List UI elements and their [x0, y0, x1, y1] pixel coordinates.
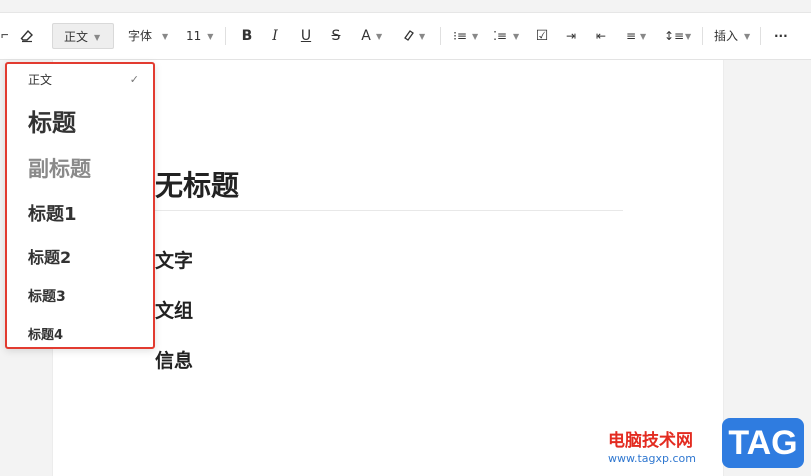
- document-line[interactable]: 信息: [155, 346, 193, 373]
- line-spacing-dropdown[interactable]: ▼: [685, 23, 691, 49]
- chevron-down-icon: ▼: [513, 32, 520, 41]
- document-title[interactable]: 无标题: [155, 164, 239, 204]
- chevron-down-icon: ▼: [162, 32, 169, 41]
- document-line[interactable]: 文组: [155, 296, 193, 323]
- divider: [440, 27, 441, 45]
- style-option-heading-2[interactable]: 标题2: [28, 244, 71, 268]
- more-button[interactable]: ···: [774, 23, 788, 49]
- chevron-down-icon: ▼: [207, 32, 214, 41]
- text-color-button[interactable]: A: [357, 23, 375, 49]
- align-dropdown[interactable]: ▼: [640, 23, 646, 49]
- text-color-dropdown[interactable]: ▼: [376, 23, 382, 49]
- style-option-heading-4[interactable]: 标题4: [28, 324, 63, 343]
- insert-menu[interactable]: 插入 ▼: [714, 23, 750, 49]
- ordered-list-icon[interactable]: ⁝≡: [451, 23, 469, 49]
- watermark-url: www.tagxp.com: [608, 452, 696, 465]
- align-left-icon[interactable]: ≡: [622, 23, 640, 49]
- underline-button[interactable]: U: [297, 23, 315, 49]
- chevron-down-icon: ▼: [472, 32, 479, 41]
- chevron-down-icon: ▼: [94, 33, 101, 42]
- eraser-icon[interactable]: [18, 23, 36, 49]
- bold-button[interactable]: B: [238, 23, 256, 49]
- checklist-icon[interactable]: ☑: [533, 23, 551, 49]
- title-divider: [155, 210, 623, 211]
- bullet-list-icon[interactable]: ⁚≡: [491, 23, 509, 49]
- strikethrough-button[interactable]: S: [327, 23, 345, 49]
- indent-decrease-icon[interactable]: ⇤: [592, 23, 610, 49]
- font-family-value: 字体: [128, 29, 153, 43]
- format-painter-icon[interactable]: ⌐: [0, 23, 8, 49]
- insert-label: 插入: [714, 29, 739, 43]
- style-option-title[interactable]: 标题: [28, 103, 76, 138]
- indent-increase-icon[interactable]: ⇥: [562, 23, 580, 49]
- style-option-heading-1[interactable]: 标题1: [28, 200, 77, 226]
- highlight-icon[interactable]: [399, 23, 417, 49]
- font-family-select[interactable]: 字体 ▼: [128, 23, 168, 49]
- bullet-list-dropdown[interactable]: ▼: [513, 23, 519, 49]
- document-line[interactable]: 文字: [155, 246, 193, 273]
- italic-button[interactable]: I: [266, 23, 284, 49]
- chevron-down-icon: ▼: [419, 32, 426, 41]
- font-size-select[interactable]: 11 ▼: [186, 23, 213, 49]
- style-option-body[interactable]: 正文: [28, 71, 52, 88]
- ordered-list-dropdown[interactable]: ▼: [472, 23, 478, 49]
- chevron-down-icon: ▼: [685, 32, 692, 41]
- toolbar: ⌐ 正文 ▼ 字体 ▼ 11 ▼ B I U S A ▼ ▼ ⁝≡ ▼ ⁚≡ ▼ ☑ …: [0, 12, 811, 60]
- divider: [760, 27, 761, 45]
- paragraph-style-menu: 正文 ✓ 标题 副标题 标题1 标题2 标题3 标题4: [5, 62, 155, 349]
- style-option-subtitle[interactable]: 副标题: [28, 153, 91, 183]
- watermark-logo: TAG: [722, 418, 804, 468]
- chevron-down-icon: ▼: [744, 32, 751, 41]
- paragraph-style-value: 正文: [64, 30, 89, 44]
- chevron-down-icon: ▼: [376, 32, 383, 41]
- line-spacing-icon[interactable]: ↕≡: [664, 23, 684, 49]
- divider: [702, 27, 703, 45]
- chevron-down-icon: ▼: [640, 32, 647, 41]
- check-icon: ✓: [129, 73, 139, 86]
- highlight-dropdown[interactable]: ▼: [419, 23, 425, 49]
- watermark-text: 电脑技术网: [608, 431, 693, 451]
- style-option-heading-3[interactable]: 标题3: [28, 286, 66, 306]
- font-size-value: 11: [186, 29, 202, 43]
- paragraph-style-select[interactable]: 正文 ▼: [52, 23, 114, 49]
- divider: [225, 27, 226, 45]
